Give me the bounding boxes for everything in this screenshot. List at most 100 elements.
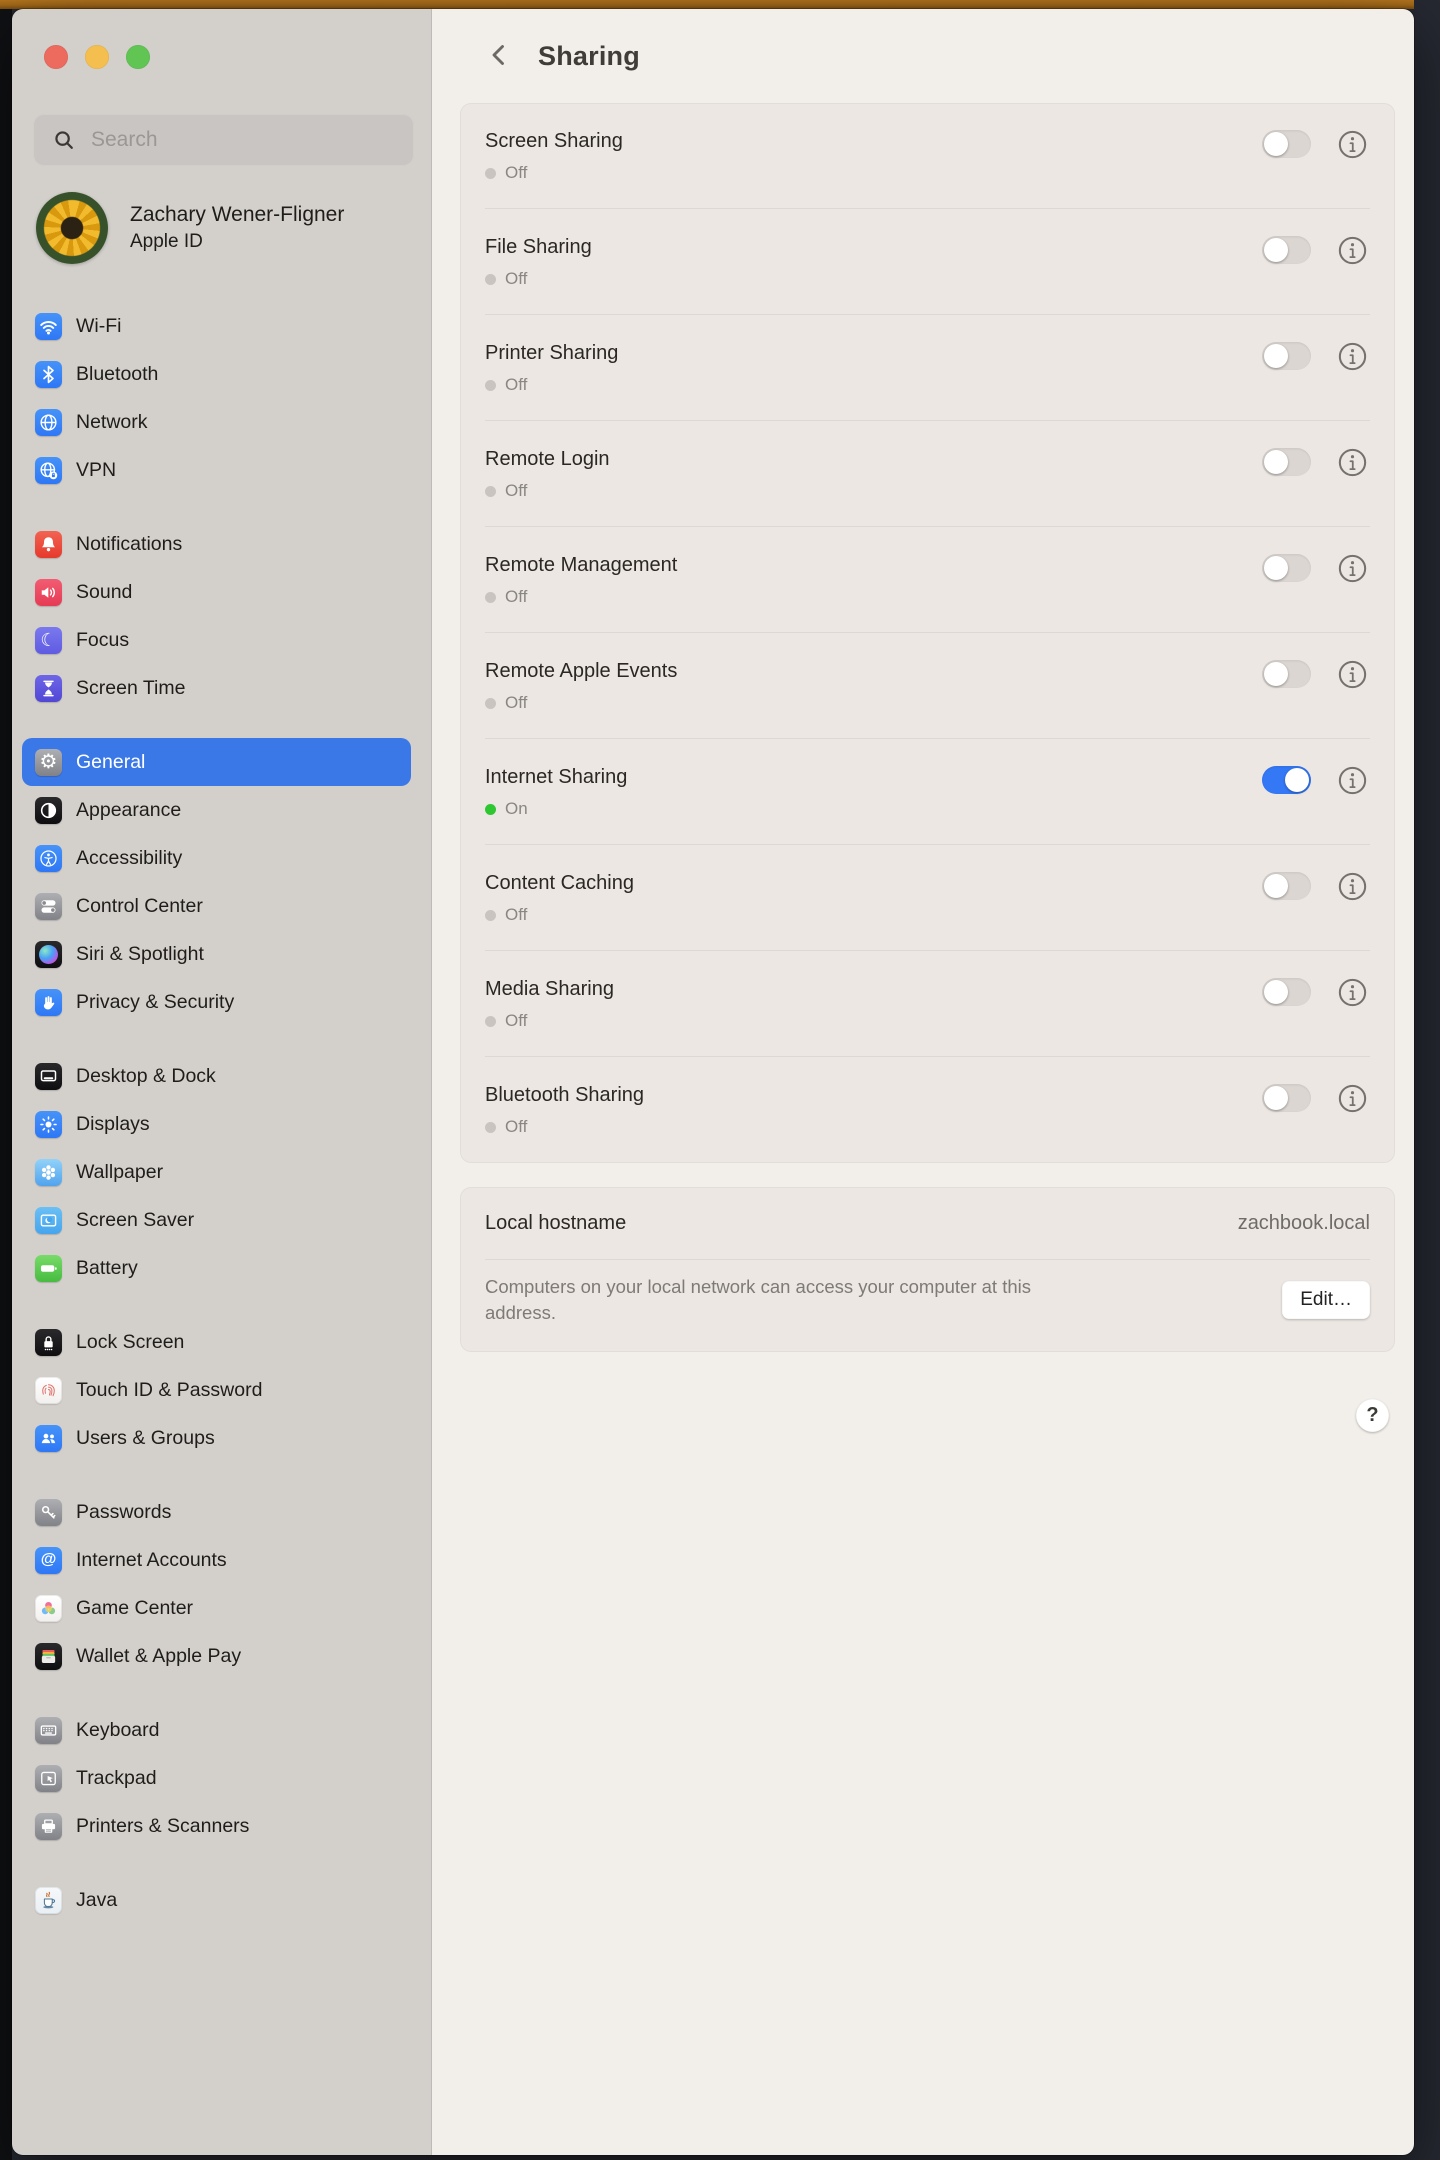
hourglass-icon xyxy=(35,675,62,702)
sidebar-item-java[interactable]: Java xyxy=(22,1876,411,1924)
apple-id-profile[interactable]: Zachary Wener-Fligner Apple ID xyxy=(36,192,344,264)
printer-sharing-toggle[interactable] xyxy=(1262,342,1311,370)
sidebar: Zachary Wener-Fligner Apple ID Wi-FiBlue… xyxy=(12,9,432,2155)
sidebar-item-keyboard[interactable]: Keyboard xyxy=(22,1706,411,1754)
sidebar-item-label: Java xyxy=(76,1889,117,1912)
sidebar-item-touch-id-and-password[interactable]: Touch ID & Password xyxy=(22,1366,411,1414)
sidebar-item-battery[interactable]: Battery xyxy=(22,1244,411,1292)
status-text: Off xyxy=(505,905,527,925)
hostname-description: Computers on your local network can acce… xyxy=(485,1274,1065,1325)
info-icon[interactable] xyxy=(1336,552,1369,585)
sidebar-group: Passwords@Internet Accounts Game Center Wa… xyxy=(22,1488,411,1680)
sidebar-item-wi-fi[interactable]: Wi-Fi xyxy=(22,302,411,350)
info-icon[interactable] xyxy=(1336,764,1369,797)
system-settings-window: Zachary Wener-Fligner Apple ID Wi-FiBlue… xyxy=(12,9,1414,2155)
minimize-button[interactable] xyxy=(85,45,109,69)
sharing-row-title: Remote Login xyxy=(485,445,1262,473)
info-icon[interactable] xyxy=(1336,128,1369,161)
hostname-card: Local hostname zachbook.local Computers … xyxy=(460,1187,1395,1352)
sidebar-item-control-center[interactable]: Control Center xyxy=(22,882,411,930)
main-panel: Sharing Screen Sharing Off File Sharing … xyxy=(432,9,1414,2155)
status-dot xyxy=(485,910,496,921)
edit-hostname-button[interactable]: Edit… xyxy=(1282,1281,1370,1319)
sidebar-item-label: VPN xyxy=(76,459,116,482)
game-center-icon xyxy=(35,1595,62,1622)
search-field[interactable] xyxy=(33,114,414,166)
sidebar-item-label: Users & Groups xyxy=(76,1427,215,1450)
internet-sharing-toggle[interactable] xyxy=(1262,766,1311,794)
help-button[interactable]: ? xyxy=(1356,1399,1389,1432)
status-text: Off xyxy=(505,1117,527,1137)
sidebar-item-wallpaper[interactable]: Wallpaper xyxy=(22,1148,411,1196)
fingerprint-icon xyxy=(35,1377,62,1404)
back-button[interactable] xyxy=(482,39,516,73)
content-caching-toggle[interactable] xyxy=(1262,872,1311,900)
search-input[interactable] xyxy=(89,127,402,153)
moon-icon: ☾ xyxy=(35,627,62,654)
info-icon[interactable] xyxy=(1336,340,1369,373)
sidebar-item-passwords[interactable]: Passwords xyxy=(22,1488,411,1536)
sidebar-item-wallet-and-apple-pay[interactable]: Wallet & Apple Pay xyxy=(22,1632,411,1680)
trackpad-icon xyxy=(35,1765,62,1792)
remote-login-toggle[interactable] xyxy=(1262,448,1311,476)
toggle-knob xyxy=(1264,132,1288,156)
file-sharing-toggle[interactable] xyxy=(1262,236,1311,264)
sidebar-item-internet-accounts[interactable]: @Internet Accounts xyxy=(22,1536,411,1584)
remote-apple-events-toggle[interactable] xyxy=(1262,660,1311,688)
sidebar-item-bluetooth[interactable]: Bluetooth xyxy=(22,350,411,398)
sharing-row-title: Printer Sharing xyxy=(485,339,1262,367)
sidebar-item-trackpad[interactable]: Trackpad xyxy=(22,1754,411,1802)
sidebar-item-label: Game Center xyxy=(76,1597,193,1620)
sidebar-item-label: Displays xyxy=(76,1113,150,1136)
sharing-row-title: Internet Sharing xyxy=(485,763,1262,791)
info-icon[interactable] xyxy=(1336,870,1369,903)
sharing-row-file-sharing: File Sharing Off xyxy=(460,209,1395,315)
status-text: Off xyxy=(505,587,527,607)
zoom-button[interactable] xyxy=(126,45,150,69)
sidebar-item-printers-and-scanners[interactable]: Printers & Scanners xyxy=(22,1802,411,1850)
sidebar-item-lock-screen[interactable]: Lock Screen xyxy=(22,1318,411,1366)
sidebar-item-focus[interactable]: ☾Focus xyxy=(22,616,411,664)
sidebar-item-screen-saver[interactable]: Screen Saver xyxy=(22,1196,411,1244)
info-icon[interactable] xyxy=(1336,976,1369,1009)
sidebar-item-accessibility[interactable]: Accessibility xyxy=(22,834,411,882)
key-icon xyxy=(35,1499,62,1526)
sidebar-item-displays[interactable]: Displays xyxy=(22,1100,411,1148)
sidebar-item-label: Siri & Spotlight xyxy=(76,943,204,966)
sidebar-item-label: Internet Accounts xyxy=(76,1549,227,1572)
info-icon[interactable] xyxy=(1336,446,1369,479)
sharing-list-card: Screen Sharing Off File Sharing Off Prin… xyxy=(460,103,1395,1163)
sidebar-item-general[interactable]: ⚙General xyxy=(22,738,411,786)
screen-sharing-toggle[interactable] xyxy=(1262,130,1311,158)
sidebar-item-privacy-and-security[interactable]: Privacy & Security xyxy=(22,978,411,1026)
remote-management-toggle[interactable] xyxy=(1262,554,1311,582)
sidebar-item-vpn[interactable]: VPN xyxy=(22,446,411,494)
sidebar-item-sound[interactable]: Sound xyxy=(22,568,411,616)
sidebar-item-label: Control Center xyxy=(76,895,203,918)
media-sharing-toggle[interactable] xyxy=(1262,978,1311,1006)
accessibility-icon xyxy=(35,845,62,872)
sidebar-item-users-and-groups[interactable]: Users & Groups xyxy=(22,1414,411,1462)
sidebar-item-label: Notifications xyxy=(76,533,182,556)
sidebar-nav: Wi-FiBluetoothNetwork VPN Notifications Sou… xyxy=(22,302,411,1950)
status-dot xyxy=(485,168,496,179)
info-icon[interactable] xyxy=(1336,658,1369,691)
toggle-knob xyxy=(1264,344,1288,368)
sidebar-item-appearance[interactable]: Appearance xyxy=(22,786,411,834)
sidebar-item-desktop-and-dock[interactable]: Desktop & Dock xyxy=(22,1052,411,1100)
users-icon xyxy=(35,1425,62,1452)
info-icon[interactable] xyxy=(1336,1082,1369,1115)
sidebar-item-game-center[interactable]: Game Center xyxy=(22,1584,411,1632)
sharing-row-screen-sharing: Screen Sharing Off xyxy=(460,103,1395,209)
bluetooth-sharing-toggle[interactable] xyxy=(1262,1084,1311,1112)
sidebar-group: Desktop & Dock Displays WallpaperScreen Sa… xyxy=(22,1052,411,1292)
sharing-row-remote-login: Remote Login Off xyxy=(460,421,1395,527)
sidebar-item-network[interactable]: Network xyxy=(22,398,411,446)
vpn-globe-icon xyxy=(35,457,62,484)
info-icon[interactable] xyxy=(1336,234,1369,267)
sidebar-item-screen-time[interactable]: Screen Time xyxy=(22,664,411,712)
close-button[interactable] xyxy=(44,45,68,69)
sidebar-item-notifications[interactable]: Notifications xyxy=(22,520,411,568)
avatar xyxy=(36,192,108,264)
sidebar-item-siri-and-spotlight[interactable]: Siri & Spotlight xyxy=(22,930,411,978)
